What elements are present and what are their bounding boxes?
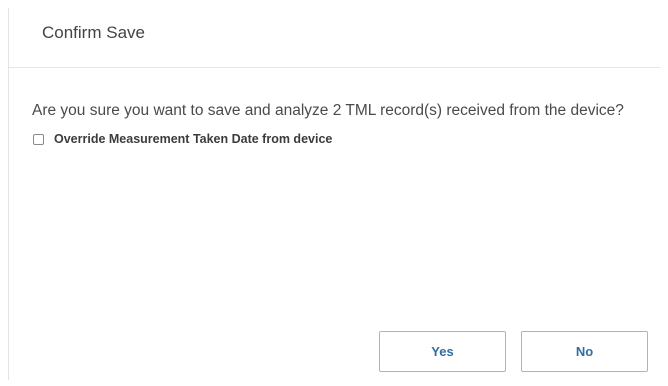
dialog-body: Are you sure you want to save and analyz… xyxy=(9,68,660,146)
dialog-header: Confirm Save xyxy=(9,8,660,68)
override-date-option[interactable]: Override Measurement Taken Date from dev… xyxy=(33,132,636,146)
override-date-label[interactable]: Override Measurement Taken Date from dev… xyxy=(54,132,332,146)
yes-button[interactable]: Yes xyxy=(379,331,506,372)
dialog-title: Confirm Save xyxy=(42,23,145,42)
confirm-message: Are you sure you want to save and analyz… xyxy=(32,102,624,119)
no-button[interactable]: No xyxy=(521,331,648,372)
confirm-save-dialog: Confirm Save Are you sure you want to sa… xyxy=(8,8,660,380)
override-date-checkbox[interactable] xyxy=(33,133,44,145)
